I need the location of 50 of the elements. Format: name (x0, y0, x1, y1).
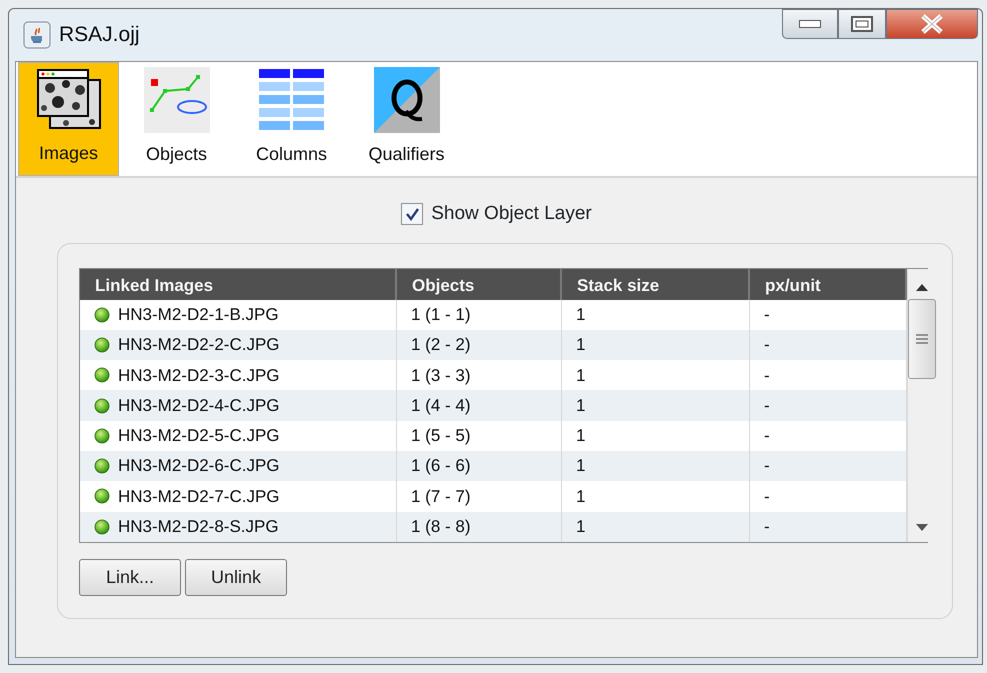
maximize-button[interactable] (838, 9, 886, 39)
grip-icon (916, 334, 928, 344)
minimize-icon (799, 20, 821, 28)
scroll-thumb[interactable] (908, 298, 936, 378)
checkbox-label: Show Object Layer (431, 202, 592, 226)
minimize-button[interactable] (782, 9, 838, 39)
file-name: HN3-M2-D2-2-C.JPG (118, 334, 280, 356)
file-name: HN3-M2-D2-6-C.JPG (118, 455, 280, 478)
file-name: HN3-M2-D2-7-C.JPG (118, 486, 280, 508)
status-dot-icon (94, 518, 110, 535)
file-name: HN3-M2-D2-4-C.JPG (118, 394, 280, 417)
table-cell: 1 (562, 512, 750, 542)
column-header[interactable]: Stack size (562, 268, 750, 300)
table-cell: 1 (562, 390, 750, 421)
action-button[interactable]: Link... (79, 558, 181, 596)
file-name: HN3-M2-D2-8-S.JPG (118, 516, 279, 538)
status-dot-icon (94, 488, 110, 504)
file-name: HN3-M2-D2-1-B.JPG (118, 304, 279, 326)
column-header[interactable]: Linked Images (80, 268, 397, 300)
status-dot-icon (94, 428, 110, 444)
table-cell: 1 (2 - 2) (397, 330, 562, 360)
table-cell: 1 (6 - 6) (397, 450, 562, 482)
close-button[interactable] (886, 9, 978, 39)
checkmark-icon (405, 207, 420, 222)
table-cell: 1 (4 - 4) (397, 390, 562, 421)
scroll-up-icon (916, 282, 928, 290)
status-dot-icon (94, 458, 110, 474)
action-button[interactable]: Unlink (185, 558, 287, 596)
table-icon (258, 67, 324, 133)
table-cell: 1 (562, 330, 750, 360)
status-dot-icon (94, 367, 110, 384)
app-icon (23, 21, 51, 49)
qualifier-icon (374, 67, 440, 133)
column-header[interactable]: px/unit (750, 268, 907, 300)
file-name: HN3-M2-D2-5-C.JPG (118, 425, 280, 448)
status-dot-icon (94, 336, 110, 353)
scrollbar[interactable] (907, 268, 936, 542)
shapes-icon (144, 67, 210, 133)
window-title: RSAJ.ojj (59, 22, 140, 48)
close-icon (920, 14, 944, 34)
table-cell: 1 (562, 450, 750, 482)
status-dot-icon (94, 306, 110, 323)
toolbar-tab[interactable]: Images (18, 62, 119, 176)
scroll-down-icon (916, 524, 928, 532)
status-dot-icon (94, 398, 110, 414)
table-cell: 1 (8 - 8) (397, 512, 562, 542)
column-header[interactable]: Objects (397, 268, 562, 300)
file-name: HN3-M2-D2-3-C.JPG (118, 364, 280, 386)
maximize-icon (851, 16, 873, 32)
checkbox[interactable] (401, 203, 424, 226)
